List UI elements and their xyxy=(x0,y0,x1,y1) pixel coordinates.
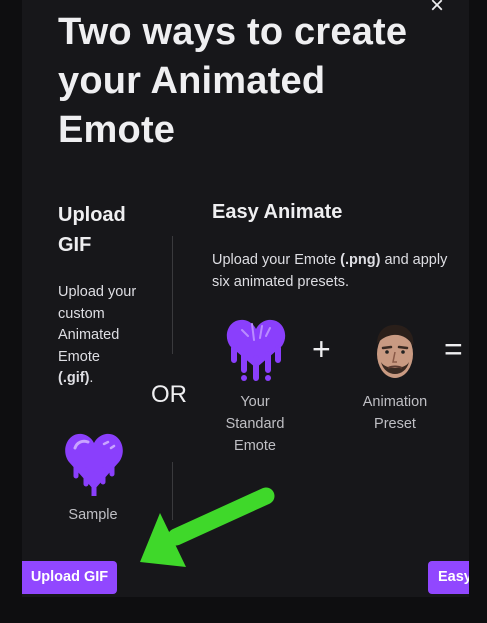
annotation-arrow-icon xyxy=(140,487,275,567)
